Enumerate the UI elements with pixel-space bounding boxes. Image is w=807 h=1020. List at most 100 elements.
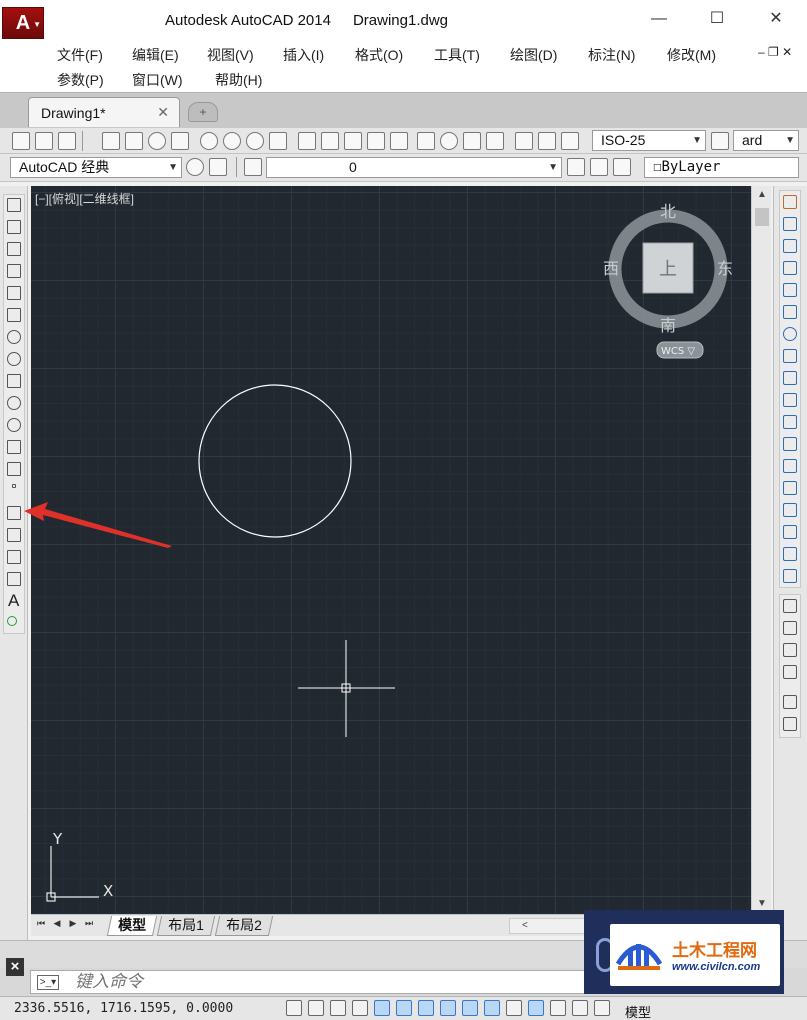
tab-layout1[interactable]: 布局1 xyxy=(156,916,215,936)
workspace-select[interactable]: AutoCAD 经典 ▼ xyxy=(10,157,182,178)
insert-block-icon[interactable] xyxy=(7,440,21,454)
offset-icon[interactable] xyxy=(783,261,797,275)
send-to-back-icon[interactable] xyxy=(783,621,797,635)
bring-above-icon[interactable] xyxy=(783,643,797,657)
circle-icon[interactable] xyxy=(7,330,21,344)
menu-file[interactable]: 文件(F) xyxy=(57,45,103,65)
spline-icon[interactable] xyxy=(7,374,21,388)
transparency-icon[interactable] xyxy=(528,1000,544,1016)
new-tab-button[interactable]: + xyxy=(188,102,218,122)
viewcube[interactable] xyxy=(608,209,728,359)
text-to-front-icon[interactable] xyxy=(783,695,797,709)
menu-modify[interactable]: 修改(M) xyxy=(667,45,716,65)
annotation-monitor-icon[interactable] xyxy=(594,1000,610,1016)
bring-to-front-icon[interactable] xyxy=(783,599,797,613)
mdi-minimize-button[interactable]: – ❐ ✕ xyxy=(758,45,792,59)
application-menu-button[interactable]: A ▼ xyxy=(2,7,44,39)
send-under-icon[interactable] xyxy=(783,665,797,679)
dimension-break-icon[interactable] xyxy=(390,132,408,150)
tab-drawing1[interactable]: Drawing1* ✕ xyxy=(28,97,180,127)
stretch-icon[interactable] xyxy=(783,371,797,385)
close-button[interactable]: ✕ xyxy=(762,8,790,30)
minimize-button[interactable]: — xyxy=(645,8,673,30)
scroll-left-icon[interactable]: < xyxy=(522,920,528,931)
menu-format[interactable]: 格式(O) xyxy=(355,45,403,65)
arc-icon[interactable] xyxy=(7,308,21,322)
break-icon[interactable] xyxy=(783,459,797,473)
table-icon[interactable] xyxy=(7,572,21,586)
selection-cycling-icon[interactable] xyxy=(572,1000,588,1016)
menu-insert[interactable]: 插入(I) xyxy=(283,45,324,65)
workspace-settings-gear-icon[interactable] xyxy=(186,158,204,176)
fillet-icon[interactable] xyxy=(783,525,797,539)
scroll-thumb[interactable] xyxy=(755,208,769,226)
polygon-icon[interactable] xyxy=(7,264,21,278)
polyline-icon[interactable] xyxy=(7,242,21,256)
line-icon[interactable] xyxy=(7,198,21,212)
menu-help[interactable]: 帮助(H) xyxy=(215,70,262,90)
revision-cloud-icon[interactable] xyxy=(7,352,21,366)
arc-length-icon[interactable] xyxy=(148,132,166,150)
hatch-icon[interactable] xyxy=(7,506,21,520)
command-prompt-icon[interactable]: >_▾ xyxy=(37,975,59,990)
drawn-circle[interactable] xyxy=(198,384,352,538)
ordinate-dimension-icon[interactable] xyxy=(171,132,189,150)
quick-properties-icon[interactable] xyxy=(550,1000,566,1016)
continue-dimension-icon[interactable] xyxy=(344,132,362,150)
infer-constraints-icon[interactable] xyxy=(286,1000,302,1016)
object-snap-tracking-icon[interactable] xyxy=(440,1000,456,1016)
dimension-update-icon[interactable] xyxy=(561,132,579,150)
scale-icon[interactable] xyxy=(783,349,797,363)
first-layout-icon[interactable]: ⏮ xyxy=(35,918,47,932)
baseline-dimension-icon[interactable] xyxy=(321,132,339,150)
linetype-select[interactable]: ☐ByLayer xyxy=(644,157,799,178)
move-icon[interactable] xyxy=(783,305,797,319)
layer-properties-icon[interactable] xyxy=(244,158,262,176)
command-input[interactable] xyxy=(75,972,575,992)
array-icon[interactable] xyxy=(783,283,797,297)
vertical-scrollbar[interactable]: ▲ ▼ xyxy=(751,186,771,914)
layer-previous-icon[interactable] xyxy=(590,158,608,176)
next-layout-icon[interactable]: ▶ xyxy=(67,918,79,932)
ellipse-arc-icon[interactable] xyxy=(7,418,21,432)
dynamic-input-icon[interactable] xyxy=(484,1000,500,1016)
add-selected-icon[interactable] xyxy=(7,616,17,626)
model-space-toggle[interactable]: 模型 xyxy=(625,1002,651,1020)
make-block-icon[interactable] xyxy=(7,462,21,476)
viewcube-west[interactable]: 西 xyxy=(603,259,619,278)
menu-dimension[interactable]: 标注(N) xyxy=(588,45,635,65)
hatch-to-back-icon[interactable] xyxy=(783,717,797,731)
menu-edit[interactable]: 编辑(E) xyxy=(132,45,179,65)
mirror-icon[interactable] xyxy=(783,239,797,253)
tolerance-icon[interactable] xyxy=(417,132,435,150)
viewcube-east[interactable]: 东 xyxy=(717,259,733,278)
extend-icon[interactable] xyxy=(783,415,797,429)
layer-state-icon[interactable] xyxy=(613,158,631,176)
allow-dynamic-ucs-icon[interactable] xyxy=(462,1000,478,1016)
dimension-edit-icon[interactable] xyxy=(515,132,533,150)
radius-dimension-icon[interactable] xyxy=(200,132,218,150)
grid-display-icon[interactable] xyxy=(330,1000,346,1016)
menu-parameters[interactable]: 参数(P) xyxy=(57,70,104,90)
menu-tools[interactable]: 工具(T) xyxy=(434,45,480,65)
maximize-button[interactable]: ☐ xyxy=(703,8,731,30)
explode-icon[interactable] xyxy=(783,569,797,583)
menu-draw[interactable]: 绘图(D) xyxy=(510,45,557,65)
ortho-mode-icon[interactable] xyxy=(352,1000,368,1016)
gradient-icon[interactable] xyxy=(7,528,21,542)
open-file-icon[interactable] xyxy=(35,132,53,150)
angular-dimension-icon[interactable] xyxy=(269,132,287,150)
polar-tracking-icon[interactable] xyxy=(374,1000,390,1016)
center-mark-icon[interactable] xyxy=(440,132,458,150)
construction-line-icon[interactable] xyxy=(7,220,21,234)
chamfer-icon[interactable] xyxy=(783,503,797,517)
coordinates-readout[interactable]: 2336.5516, 1716.1595, 0.0000 xyxy=(14,1001,233,1016)
diameter-dimension-icon[interactable] xyxy=(246,132,264,150)
dimension-style-manager-icon[interactable] xyxy=(711,132,729,150)
object-snap-icon[interactable] xyxy=(396,1000,412,1016)
trim-icon[interactable] xyxy=(783,393,797,407)
workspace-toolbar-icon[interactable] xyxy=(209,158,227,176)
jogged-dimension-icon[interactable] xyxy=(223,132,241,150)
previous-layout-icon[interactable]: ◀ xyxy=(51,918,63,932)
break-at-point-icon[interactable] xyxy=(783,437,797,451)
